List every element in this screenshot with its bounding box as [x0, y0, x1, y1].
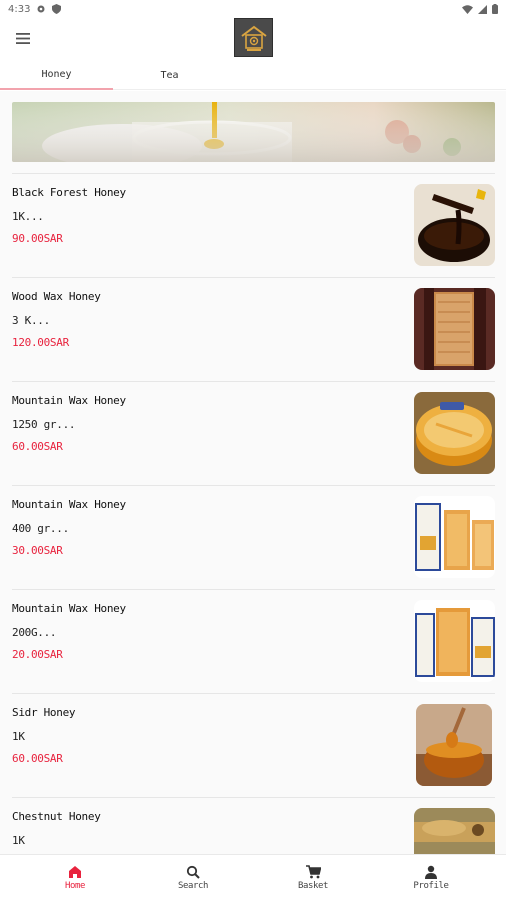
nav-label: Search	[177, 881, 209, 891]
nav-label: Profile	[413, 881, 449, 891]
app-bar	[0, 18, 506, 60]
product-size: 400 gr...	[12, 522, 69, 535]
promo-banner[interactable]	[12, 102, 495, 162]
product-image	[414, 496, 495, 578]
product-price: 60.00SAR	[12, 752, 63, 765]
banner-image	[12, 102, 495, 162]
product-size: 1K...	[12, 210, 44, 223]
product-price: 60.00SAR	[12, 440, 63, 453]
product-size: 200G...	[12, 626, 57, 639]
app-logo	[234, 18, 273, 57]
product-name: Black Forest Honey	[12, 186, 126, 199]
status-time: 4:33	[8, 3, 31, 15]
product-row[interactable]: Mountain Wax Honey 200G... 20.00SAR	[12, 589, 495, 693]
product-row[interactable]: Mountain Wax Honey 400 gr... 30.00SAR	[12, 485, 495, 589]
product-price: 20.00SAR	[12, 648, 63, 661]
settings-icon	[37, 5, 45, 13]
logo-house-icon	[240, 25, 267, 51]
product-list[interactable]: Black Forest Honey 1K... 90.00SAR Wood W…	[0, 91, 506, 854]
product-image	[414, 184, 495, 266]
menu-button[interactable]	[12, 28, 34, 48]
nav-home[interactable]: Home	[12, 855, 138, 900]
product-image	[414, 808, 495, 854]
shield-icon	[52, 4, 62, 14]
tab-honey[interactable]: Honey	[0, 60, 113, 90]
product-size: 1250 gr...	[12, 418, 76, 431]
product-image	[414, 288, 495, 370]
hamburger-menu-icon	[16, 32, 30, 44]
status-bar: 4:33	[0, 0, 506, 18]
cart-icon	[305, 865, 321, 879]
nav-label: Basket	[297, 881, 329, 891]
product-name: Mountain Wax Honey	[12, 602, 126, 615]
nav-search[interactable]: Search	[130, 855, 256, 900]
product-price: 120.00SAR	[12, 336, 69, 349]
bottom-navigation: Home Search Basket Profile	[0, 854, 506, 900]
signal-icon	[478, 4, 487, 14]
category-tabs: Honey Tea	[0, 60, 506, 90]
product-image	[416, 704, 492, 786]
nav-label: Home	[64, 881, 86, 891]
tab-label: Honey	[41, 68, 72, 80]
wifi-icon	[462, 4, 473, 14]
battery-icon	[492, 4, 498, 14]
product-image	[414, 392, 495, 474]
product-row[interactable]: Black Forest Honey 1K... 90.00SAR	[12, 173, 495, 277]
product-row[interactable]: Wood Wax Honey 3 K... 120.00SAR	[12, 277, 495, 381]
product-image	[414, 600, 495, 682]
search-icon	[186, 865, 200, 879]
product-name: Sidr Honey	[12, 706, 76, 719]
product-name: Chestnut Honey	[12, 810, 101, 823]
nav-profile[interactable]: Profile	[368, 855, 494, 900]
product-price: 30.00SAR	[12, 544, 63, 557]
tab-tea[interactable]: Tea	[113, 60, 226, 90]
product-name: Mountain Wax Honey	[12, 498, 126, 511]
tab-label: Tea	[160, 69, 179, 81]
product-size: 1K	[12, 730, 25, 743]
nav-basket[interactable]: Basket	[250, 855, 376, 900]
product-price: 90.00SAR	[12, 232, 63, 245]
product-row[interactable]: Mountain Wax Honey 1250 gr... 60.00SAR	[12, 381, 495, 485]
person-icon	[425, 865, 437, 879]
product-size: 1K	[12, 834, 25, 847]
product-size: 3 K...	[12, 314, 50, 327]
product-name: Wood Wax Honey	[12, 290, 101, 303]
home-icon	[69, 866, 81, 878]
product-name: Mountain Wax Honey	[12, 394, 126, 407]
product-row[interactable]: Sidr Honey 1K 60.00SAR	[12, 693, 495, 797]
product-row[interactable]: Chestnut Honey 1K	[12, 797, 495, 854]
